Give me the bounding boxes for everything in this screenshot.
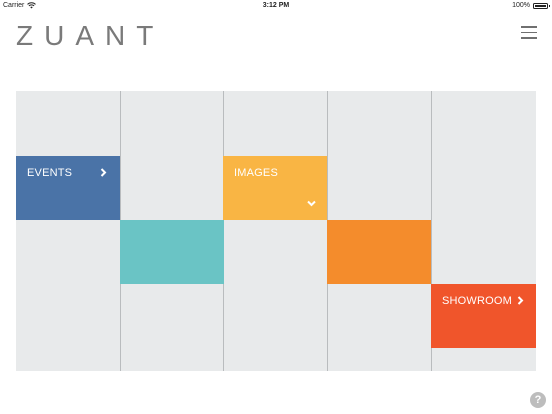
chevron-down-icon [307, 200, 316, 207]
chevron-right-icon [100, 168, 107, 177]
help-icon[interactable]: ? [530, 392, 546, 408]
events-tile[interactable]: EVENTS [16, 156, 120, 220]
status-time: 3:12 PM [262, 2, 290, 9]
status-bar: Carrier 3:12 PM 100% [0, 0, 552, 12]
images-label: IMAGES [234, 167, 278, 179]
tile-grid: EVENTS IMAGES SHOWROOM [16, 91, 536, 371]
battery-icon [533, 2, 550, 9]
orange-tile[interactable] [327, 220, 431, 284]
app-logo: ZUANT [16, 20, 165, 51]
hamburger-menu-icon[interactable] [521, 26, 537, 40]
showroom-tile[interactable]: SHOWROOM [431, 284, 536, 348]
showroom-label: SHOWROOM [442, 295, 513, 307]
events-label: EVENTS [27, 167, 73, 179]
images-tile[interactable]: IMAGES [223, 156, 327, 220]
status-bar-right: 100% [512, 2, 550, 9]
chevron-right-icon [517, 296, 524, 305]
teal-tile[interactable] [120, 220, 224, 284]
battery-percent: 100% [512, 2, 530, 9]
